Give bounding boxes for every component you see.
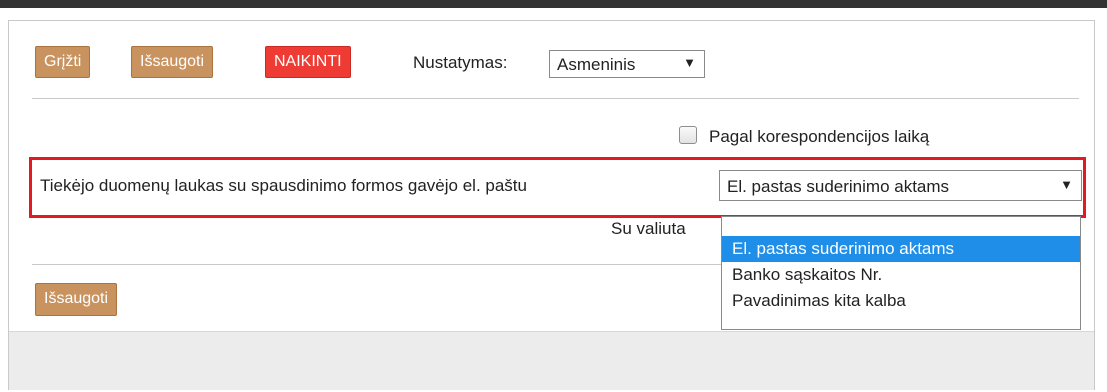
dropdown-option-email-reconciliation[interactable]: El. pastas suderinimo aktams bbox=[722, 236, 1080, 262]
footer-save-button[interactable]: Išsaugoti bbox=[35, 283, 118, 316]
setting-label: Nustatymas: bbox=[413, 53, 508, 72]
panel-footer-area bbox=[9, 331, 1094, 390]
dropdown-option-blank[interactable] bbox=[722, 217, 1080, 236]
setting-select-value: Asmeninis bbox=[557, 55, 636, 74]
supplier-email-dropdown-list: El. pastas suderinimo aktams Banko sąska… bbox=[721, 216, 1081, 330]
chevron-down-icon: ▼ bbox=[683, 55, 696, 70]
divider-top bbox=[32, 98, 1079, 99]
correspondence-time-checkbox[interactable] bbox=[679, 126, 697, 144]
currency-label: Su valiuta bbox=[611, 219, 686, 238]
save-button[interactable]: Išsaugoti bbox=[131, 46, 214, 78]
back-button[interactable]: Grįžti bbox=[35, 46, 91, 78]
setting-select[interactable]: Asmeninis ▼ bbox=[549, 50, 705, 78]
dropdown-option-bank-account[interactable]: Banko sąskaitos Nr. bbox=[722, 263, 1080, 287]
top-bar bbox=[0, 0, 1107, 8]
correspondence-time-label: Pagal korespondencijos laiką bbox=[709, 127, 930, 146]
highlight-box bbox=[29, 157, 1086, 218]
delete-button[interactable]: NAIKINTI bbox=[265, 46, 351, 78]
dropdown-option-name-other-language[interactable]: Pavadinimas kita kalba bbox=[722, 289, 1080, 313]
